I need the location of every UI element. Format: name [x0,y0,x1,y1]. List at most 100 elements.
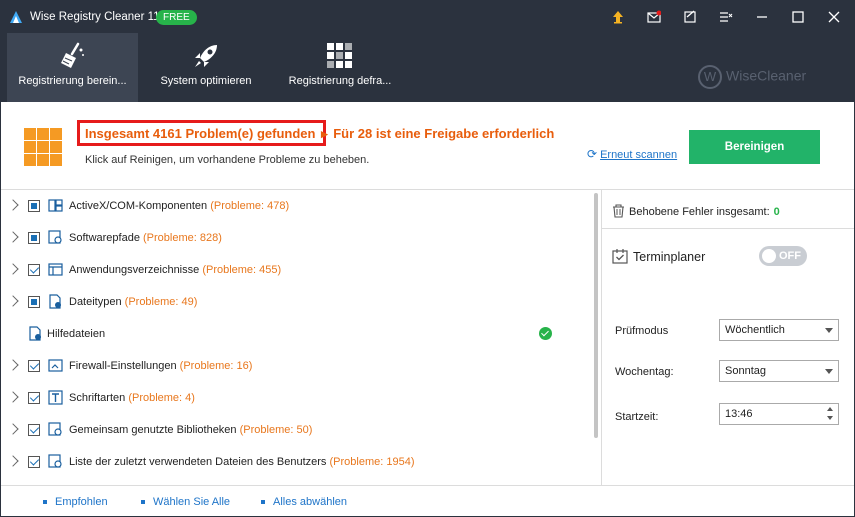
expand-chevron-icon[interactable] [7,455,19,467]
recommended-link[interactable]: Empfohlen [43,496,108,508]
list-item[interactable]: ActiveX/COM-Komponenten (Probleme: 478) [1,190,591,222]
list-item[interactable]: Softwarepfade (Probleme: 828) [1,222,591,254]
weekday-select[interactable]: Sonntag [719,360,839,382]
expand-chevron-icon[interactable] [7,295,19,307]
category-checkbox[interactable] [28,424,40,436]
defrag-icon [327,43,352,68]
expand-chevron-icon[interactable] [7,199,19,211]
scan-mode-select[interactable]: Wöchentlich [719,319,839,341]
category-checkbox[interactable] [28,456,40,468]
list-item[interactable]: Anwendungsverzeichnisse (Probleme: 455) [1,254,591,286]
wisecleaner-brand-text: WiseCleaner [726,67,807,84]
category-checkbox[interactable] [28,232,40,244]
category-label: Schriftarten (Probleme: 4) [69,392,195,404]
shared-library-icon [48,422,62,436]
spin-down-icon[interactable] [827,416,833,420]
category-label: Gemeinsam genutzte Bibliotheken (Problem… [69,424,313,436]
list-item[interactable]: Liste der zuletzt verwendeten Dateien de… [1,446,591,478]
chevron-down-icon [825,369,833,374]
fixed-errors-count: 0 [773,206,780,218]
registry-grid-icon [24,128,62,166]
fixed-errors-label: Behobene Fehler insgesamt: [629,206,770,218]
firewall-icon [48,359,63,372]
broom-icon [60,42,84,68]
rocket-icon [195,45,217,67]
expand-chevron-icon[interactable] [7,423,19,435]
app-title: Wise Registry Cleaner 11 [30,11,160,23]
free-badge: FREE [156,10,197,25]
expand-chevron-icon[interactable] [7,359,19,371]
app-folder-icon [48,263,63,276]
check-ok-icon [539,327,552,340]
main-toolbar: Registrierung berein... System optimiere… [1,33,854,102]
deselect-all-link[interactable]: Alles abwählen [261,496,347,508]
list-item[interactable]: Schriftarten (Probleme: 4) [1,382,591,414]
start-time-value: 13:46 [725,408,753,420]
expand-chevron-icon[interactable] [7,263,19,275]
calendar-check-icon [612,249,628,264]
feedback-icon[interactable] [680,7,700,27]
start-time-label: Startzeit: [615,411,659,423]
category-label: Softwarepfade (Probleme: 828) [69,232,222,244]
list-item[interactable]: Hilfedateien [1,318,591,350]
close-icon[interactable] [824,7,844,27]
expand-chevron-icon[interactable] [7,391,19,403]
software-path-icon [48,230,62,244]
list-item[interactable]: Gemeinsam genutzte Bibliotheken (Problem… [1,414,591,446]
mail-icon[interactable] [644,7,664,27]
select-all-link[interactable]: Wählen Sie Alle [141,496,230,508]
list-item[interactable]: Dateitypen (Probleme: 49) [1,286,591,318]
weekday-value: Sonntag [725,365,766,377]
category-checkbox[interactable] [28,200,40,212]
tab-registry-clean-label: Registrierung berein... [18,75,127,87]
minimize-icon[interactable] [752,7,772,27]
list-scrollbar[interactable] [594,193,598,438]
scan-mode-value: Wöchentlich [725,324,785,336]
category-checkbox[interactable] [28,392,40,404]
menu-icon[interactable] [716,7,736,27]
scheduler-panel: Behobene Fehler insgesamt: 0 Terminplaner… [602,190,854,485]
tab-system-optimize[interactable]: System optimieren [154,33,258,102]
help-file-icon [29,326,41,341]
category-label: ActiveX/COM-Komponenten (Probleme: 478) [69,200,290,212]
refresh-icon: ⟳ [587,147,598,161]
recent-files-icon [48,454,62,468]
spin-up-icon[interactable] [827,407,833,411]
scan-mode-label: Prüfmodus [615,325,669,337]
trash-icon [613,204,624,218]
rescan-link[interactable]: ⟳ Erneut scannen [587,147,677,161]
scan-summary: Insgesamt 4161 Problem(e) gefunden ▸ Für… [1,102,854,190]
list-item[interactable]: Firewall-Einstellungen (Probleme: 16) [1,350,591,382]
category-checkbox[interactable] [28,264,40,276]
font-icon [48,390,63,405]
tab-registry-defrag[interactable]: Registrierung defra... [279,33,401,102]
panel-separator [602,228,854,229]
title-bar: Wise Registry Cleaner 11 FREE [1,1,854,33]
maximize-icon[interactable] [788,7,808,27]
scheduler-label: Terminplaner [633,250,706,264]
category-checkbox[interactable] [28,360,40,372]
app-logo-icon [10,11,22,23]
upgrade-icon[interactable] [608,7,628,27]
scan-subline: Klick auf Reinigen, um vorhandene Proble… [85,154,370,166]
wisecleaner-logo-icon: W [698,65,722,89]
scheduler-toggle[interactable]: OFF [759,246,807,266]
category-checkbox[interactable] [28,296,40,308]
start-time-spinner[interactable]: 13:46 [719,403,839,425]
app-window: Wise Registry Cleaner 11 FREE Registrier… [0,0,855,517]
expand-chevron-icon[interactable] [7,231,19,243]
fixed-errors-summary: Behobene Fehler insgesamt: 0 [612,204,780,218]
problems-found-text: Insgesamt 4161 Problem(e) gefunden [85,126,316,141]
headline-separator-icon: ▸ [321,126,328,141]
category-label: Dateitypen (Probleme: 49) [69,296,198,308]
footer-bar: Empfohlen Wählen Sie Alle Alles abwählen [1,485,854,516]
permission-required-text: Für 28 ist eine Freigabe erforderlich [333,126,555,141]
tab-registry-defrag-label: Registrierung defra... [288,75,392,87]
category-label: Anwendungsverzeichnisse (Probleme: 455) [69,264,282,276]
category-list: ActiveX/COM-Komponenten (Probleme: 478) … [1,190,597,485]
tab-registry-clean[interactable]: Registrierung berein... [7,33,138,102]
clean-button[interactable]: Bereinigen [689,130,820,164]
tab-system-optimize-label: System optimieren [160,75,252,87]
category-label: Hilfedateien [47,328,106,340]
wisecleaner-brand: W WiseCleaner [698,65,806,89]
